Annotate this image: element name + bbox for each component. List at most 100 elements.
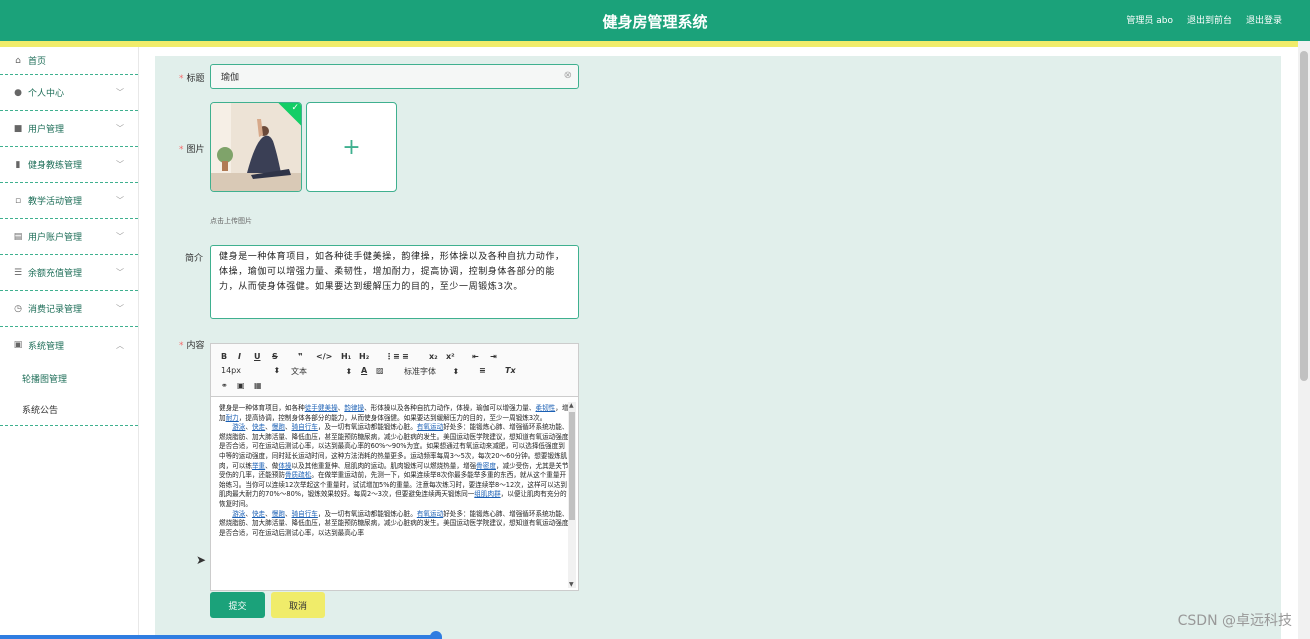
editor-link[interactable]: 骨密度 bbox=[476, 462, 496, 470]
underline-button[interactable]: U bbox=[254, 352, 261, 361]
sidebar-item-profile[interactable]: ● 个人中心 ﹀ bbox=[0, 75, 138, 111]
sidebar: ⌂ 首页 ● 个人中心 ﹀ ■ 用户管理 ﹀ ▮ 健身教练管理 ﹀ ▫ 教学活动… bbox=[0, 47, 139, 639]
sidebar-item-home[interactable]: ⌂ 首页 bbox=[0, 47, 138, 75]
sidebar-item-users[interactable]: ■ 用户管理 ﹀ bbox=[0, 111, 138, 147]
admin-label: 管理员 abo bbox=[1126, 16, 1173, 26]
submit-button[interactable]: 提交 bbox=[210, 592, 265, 618]
editor-paragraph: 健身是一种体育项目，如各种徒手健美操、韵律操、形体操以及各种自抗力动作，体操，瑜… bbox=[219, 404, 569, 423]
editor-link[interactable]: 游泳 bbox=[232, 510, 245, 518]
editor-text: 、 bbox=[265, 509, 272, 518]
scroll-down-icon[interactable]: ▼ bbox=[569, 581, 574, 588]
blockquote-button[interactable]: ❞ bbox=[298, 352, 303, 361]
clear-icon[interactable]: ⊗ bbox=[564, 70, 572, 81]
sidebar-item-label: 教学活动管理 bbox=[28, 197, 83, 207]
sidebar-item-label: 消费记录管理 bbox=[28, 305, 83, 315]
sidebar-item-label: 健身教练管理 bbox=[28, 161, 83, 171]
font-size-select[interactable]: 14px ⬍ bbox=[221, 366, 280, 375]
header-select[interactable]: 文本 ⬍ bbox=[291, 366, 352, 377]
doc-icon: ▤ bbox=[13, 231, 23, 242]
progress-handle[interactable] bbox=[430, 631, 442, 639]
font-family-select[interactable]: 标准字体 ⬍ bbox=[404, 366, 459, 377]
app-title: 健身房管理系统 bbox=[602, 13, 708, 31]
check-icon: ✓ bbox=[291, 103, 299, 113]
chart-icon: ▮ bbox=[15, 159, 21, 170]
editor-text: 、 bbox=[284, 509, 292, 518]
sidebar-item-label: 余额充值管理 bbox=[28, 269, 83, 279]
editor-text bbox=[219, 510, 232, 518]
outdent-button[interactable]: ⇤ bbox=[472, 352, 479, 361]
uploaded-image-thumbnail[interactable]: ✓ bbox=[210, 102, 302, 192]
page-scroll-thumb[interactable] bbox=[1300, 51, 1308, 381]
image-icon[interactable]: ▣ bbox=[237, 381, 245, 390]
editor-link[interactable]: 慢跑 bbox=[272, 423, 285, 431]
editor-link[interactable]: 快走 bbox=[252, 510, 265, 518]
page-scrollbar[interactable] bbox=[1298, 41, 1310, 639]
editor-link[interactable]: 有氧运动 bbox=[417, 510, 443, 518]
ordered-list-button[interactable]: ⋮≡ bbox=[385, 352, 400, 361]
sidebar-item-activities[interactable]: ▫ 教学活动管理 ﹀ bbox=[0, 183, 138, 219]
subscript-button[interactable]: x₂ bbox=[429, 352, 438, 361]
scroll-up-icon[interactable]: ▲ bbox=[569, 402, 574, 409]
sidebar-item-recharge[interactable]: ☰ 余额充值管理 ﹀ bbox=[0, 255, 138, 291]
editor-scrollbar[interactable]: ▲ ▼ bbox=[568, 402, 576, 588]
editor-link[interactable]: 游泳 bbox=[232, 423, 245, 431]
background-color-button[interactable]: ▨ bbox=[376, 366, 384, 375]
add-image-button[interactable]: + bbox=[306, 102, 397, 192]
editor-link[interactable]: 快走 bbox=[252, 423, 265, 431]
sidebar-item-consumption[interactable]: ◷ 消费记录管理 ﹀ bbox=[0, 291, 138, 327]
sidebar-item-label: 个人中心 bbox=[28, 89, 65, 99]
editor-link[interactable]: 慢跑 bbox=[272, 510, 285, 518]
h1-button[interactable]: H₁ bbox=[341, 352, 351, 361]
superscript-button[interactable]: x² bbox=[446, 352, 455, 361]
editor-link[interactable]: 骑自行车 bbox=[292, 510, 318, 518]
sidebar-subitem-announcement[interactable]: 系统公告 bbox=[0, 394, 138, 425]
bold-button[interactable]: B bbox=[221, 352, 227, 361]
italic-button[interactable]: I bbox=[238, 352, 241, 361]
editor-text: 、 bbox=[265, 423, 272, 432]
editor-paragraph: 游泳、快走、慢跑、骑自行车，及一切有氧运动都能锻炼心脏。有氧运动好处多：能锻炼心… bbox=[219, 423, 569, 509]
summary-textarea[interactable]: 健身是一种体育项目，如各种徒手健美操，韵律操，形体操以及各种自抗力动作，体操，瑜… bbox=[210, 245, 579, 319]
cancel-button[interactable]: 取消 bbox=[271, 592, 325, 618]
bullet-list-button[interactable]: ≡ bbox=[402, 352, 409, 361]
indent-button[interactable]: ⇥ bbox=[490, 352, 497, 361]
editor-link[interactable]: 徒手健美操 bbox=[305, 404, 338, 412]
editor-link[interactable]: 韵律操 bbox=[344, 404, 364, 412]
editor-link[interactable]: 柔韧性 bbox=[536, 404, 556, 412]
editor-link[interactable]: 耐力 bbox=[226, 414, 239, 422]
editor-content[interactable]: 健身是一种体育项目，如各种徒手健美操、 韵律操、形体操以及各种自抗力动作，体操，瑜… bbox=[219, 404, 569, 588]
clear-format-button[interactable]: Tx bbox=[505, 366, 516, 375]
content-label: * 内容 bbox=[179, 341, 205, 351]
title-input[interactable]: 瑜伽 ⊗ bbox=[210, 64, 579, 89]
chevron-up-icon: ︿ bbox=[116, 340, 124, 350]
editor-link[interactable]: 骑自行车 bbox=[292, 423, 318, 431]
rich-text-editor: B I U S ❞ </> H₁ H₂ ⋮≡ ≡ x₂ x² ⇤ ⇥ 14px … bbox=[210, 343, 579, 591]
editor-link[interactable]: 体操 bbox=[278, 462, 291, 470]
back-to-front-link[interactable]: 退出到前台 bbox=[1187, 13, 1232, 26]
editor-scroll-thumb[interactable] bbox=[569, 412, 575, 520]
align-button[interactable]: ≡ bbox=[479, 366, 486, 375]
strike-button[interactable]: S bbox=[272, 352, 278, 361]
logout-link[interactable]: 退出登录 bbox=[1246, 13, 1282, 26]
editor-link[interactable]: 骨质疏松 bbox=[285, 471, 311, 479]
user-icon: ● bbox=[14, 87, 22, 98]
chevron-down-icon: ﹀ bbox=[116, 268, 124, 277]
font-color-button[interactable]: A bbox=[361, 366, 367, 375]
editor-text: 、 bbox=[284, 423, 292, 432]
sidebar-subitem-carousel[interactable]: 轮播图管理 bbox=[0, 363, 138, 394]
sidebar-item-system[interactable]: ▣ 系统管理 ︿ bbox=[0, 327, 138, 363]
code-button[interactable]: </> bbox=[316, 352, 332, 361]
editor-link[interactable]: 组肌肉群 bbox=[474, 490, 500, 498]
sidebar-item-coaches[interactable]: ▮ 健身教练管理 ﹀ bbox=[0, 147, 138, 183]
h2-button[interactable]: H₂ bbox=[359, 352, 369, 361]
video-icon[interactable]: ▦ bbox=[254, 381, 262, 390]
link-icon[interactable]: ⚭ bbox=[221, 381, 228, 390]
sidebar-item-accounts[interactable]: ▤ 用户账户管理 ﹀ bbox=[0, 219, 138, 255]
editor-link[interactable]: 有氧运动 bbox=[417, 423, 443, 431]
editor-paragraph: 游泳、快走、慢跑、骑自行车，及一切有氧运动都能锻炼心脏。有氧运动好处多：能锻炼心… bbox=[219, 510, 569, 539]
chevron-down-icon: ﹀ bbox=[116, 232, 124, 241]
editor-link[interactable]: 举重 bbox=[252, 462, 265, 470]
sidebar-item-label: 系统管理 bbox=[28, 341, 65, 352]
summary-label: 简介 bbox=[185, 254, 204, 264]
mouse-cursor: ➤ bbox=[196, 553, 207, 567]
users-icon: ■ bbox=[13, 123, 23, 134]
